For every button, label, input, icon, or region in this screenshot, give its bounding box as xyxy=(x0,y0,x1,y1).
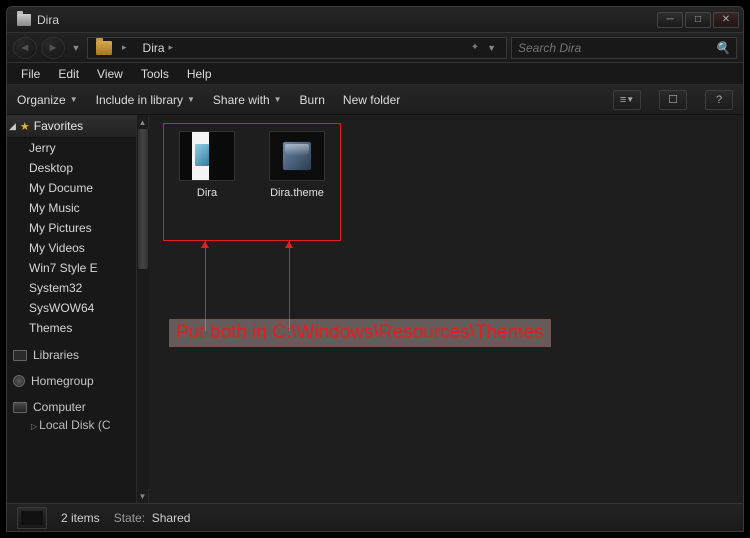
arrow-up-icon xyxy=(285,241,293,248)
menu-file[interactable]: File xyxy=(13,65,48,83)
sidebar-item-system32[interactable]: System32 xyxy=(7,278,136,298)
chevron-right-icon: ▸ xyxy=(118,42,131,53)
homegroup-icon xyxy=(13,375,25,387)
sidebar-libraries-label: Libraries xyxy=(33,348,79,362)
chevron-down-icon: ▼ xyxy=(274,95,282,104)
star-icon: ✦ xyxy=(471,42,479,53)
sidebar-item-music[interactable]: My Music xyxy=(7,198,136,218)
preview-pane-button[interactable]: ☐ xyxy=(659,90,687,110)
file-label: Dira xyxy=(197,187,217,199)
sidebar-homegroup-label: Homegroup xyxy=(31,374,94,388)
file-item-dira-folder[interactable]: Dira xyxy=(169,129,245,201)
status-folder-icon xyxy=(17,507,47,529)
expand-icon: ▷ xyxy=(31,422,37,431)
sidebar-computer[interactable]: Computer xyxy=(7,390,136,416)
sidebar-item-pictures[interactable]: My Pictures xyxy=(7,218,136,238)
sidebar-item-videos[interactable]: My Videos xyxy=(7,238,136,258)
organize-button[interactable]: Organize▼ xyxy=(17,93,78,107)
sidebar: ◢ ★ Favorites Jerry Desktop My Docume My… xyxy=(7,115,137,503)
sidebar-libraries[interactable]: Libraries xyxy=(7,338,136,364)
toolbar: Organize▼ Include in library▼ Share with… xyxy=(7,85,743,115)
annotation-text: Put both in C:\Windows\Resources\Themes xyxy=(169,319,551,347)
sidebar-favorites-header[interactable]: ◢ ★ Favorites xyxy=(7,115,136,138)
file-item-dira-theme[interactable]: Dira.theme xyxy=(259,129,335,201)
menu-bar: File Edit View Tools Help xyxy=(7,63,743,85)
menu-edit[interactable]: Edit xyxy=(50,65,87,83)
share-with-button[interactable]: Share with▼ xyxy=(213,93,282,107)
scroll-down-icon[interactable]: ▼ xyxy=(137,489,149,503)
body: ◢ ★ Favorites Jerry Desktop My Docume My… xyxy=(7,115,743,503)
status-state-value: Shared xyxy=(152,511,191,525)
chevron-right-icon: ▸ xyxy=(165,42,178,53)
folder-thumbnail-icon xyxy=(179,131,235,181)
collapse-icon: ◢ xyxy=(9,121,16,132)
sidebar-item-localdisk[interactable]: ▷Local Disk (C xyxy=(7,416,136,434)
include-library-button[interactable]: Include in library▼ xyxy=(96,93,195,107)
sidebar-computer-label: Computer xyxy=(33,400,86,414)
arrow-up-icon xyxy=(201,241,209,248)
sidebar-favorites-label: Favorites xyxy=(34,119,83,133)
file-label: Dira.theme xyxy=(270,187,324,199)
breadcrumb-segment-dira[interactable]: Dira ▸ xyxy=(135,38,182,58)
star-icon: ★ xyxy=(20,120,30,133)
menu-help[interactable]: Help xyxy=(179,65,220,83)
libraries-icon xyxy=(13,350,27,361)
status-state-label: State: xyxy=(114,511,145,525)
sidebar-item-syswow64[interactable]: SysWOW64 xyxy=(7,298,136,318)
close-button[interactable]: ✕ xyxy=(713,12,739,28)
sidebar-item-jerry[interactable]: Jerry xyxy=(7,138,136,158)
chevron-down-icon: ▼ xyxy=(187,95,195,104)
sidebar-item-desktop[interactable]: Desktop xyxy=(7,158,136,178)
sidebar-item-themes[interactable]: Themes xyxy=(7,318,136,338)
annotation-line xyxy=(289,241,290,301)
back-button[interactable]: ◄ xyxy=(13,37,37,59)
search-box[interactable]: 🔍 xyxy=(511,37,737,59)
titlebar-folder-icon xyxy=(17,14,31,26)
menu-tools[interactable]: Tools xyxy=(133,65,177,83)
navigation-bar: ◄ ► ▼ ▸ Dira ▸ ✦ ▼ 🔍 xyxy=(7,33,743,63)
change-view-button[interactable]: ≡▼ xyxy=(613,90,641,110)
content-pane[interactable]: Dira Dira.theme Put both in C:\Windows\R… xyxy=(149,115,743,503)
history-dropdown[interactable]: ▼ xyxy=(69,43,83,53)
titlebar: Dira ─ □ ✕ xyxy=(7,7,743,33)
sidebar-homegroup[interactable]: Homegroup xyxy=(7,364,136,390)
new-folder-button[interactable]: New folder xyxy=(343,93,400,107)
forward-button[interactable]: ► xyxy=(41,37,65,59)
scroll-up-icon[interactable]: ▲ xyxy=(137,115,149,129)
folder-icon xyxy=(96,41,112,55)
breadcrumb[interactable]: ▸ Dira ▸ ✦ ▼ xyxy=(87,37,507,59)
sidebar-item-documents[interactable]: My Docume xyxy=(7,178,136,198)
theme-thumbnail-icon xyxy=(269,131,325,181)
annotation-line xyxy=(205,241,206,331)
search-icon: 🔍 xyxy=(715,41,730,55)
status-bar: 2 items State: Shared xyxy=(7,503,743,531)
help-button[interactable]: ? xyxy=(705,90,733,110)
computer-icon xyxy=(13,402,27,413)
scroll-thumb[interactable] xyxy=(138,129,148,269)
minimize-button[interactable]: ─ xyxy=(657,12,683,28)
burn-button[interactable]: Burn xyxy=(300,93,325,107)
explorer-window: Dira ─ □ ✕ ◄ ► ▼ ▸ Dira ▸ ✦ ▼ xyxy=(6,6,744,532)
status-item-count: 2 items xyxy=(61,511,100,525)
scroll-track[interactable] xyxy=(137,129,149,489)
search-input[interactable] xyxy=(518,41,715,55)
breadcrumb-label: Dira xyxy=(143,41,165,55)
chevron-down-icon[interactable]: ▼ xyxy=(483,43,500,53)
file-grid: Dira Dira.theme xyxy=(169,129,335,201)
sidebar-item-win7style[interactable]: Win7 Style E xyxy=(7,258,136,278)
breadcrumb-root[interactable]: ▸ xyxy=(88,38,135,58)
window-controls: ─ □ ✕ xyxy=(657,12,739,28)
sidebar-scrollbar[interactable]: ▲ ▼ xyxy=(137,115,149,503)
menu-view[interactable]: View xyxy=(89,65,131,83)
maximize-button[interactable]: □ xyxy=(685,12,711,28)
chevron-down-icon: ▼ xyxy=(70,95,78,104)
window-title: Dira xyxy=(37,13,59,27)
